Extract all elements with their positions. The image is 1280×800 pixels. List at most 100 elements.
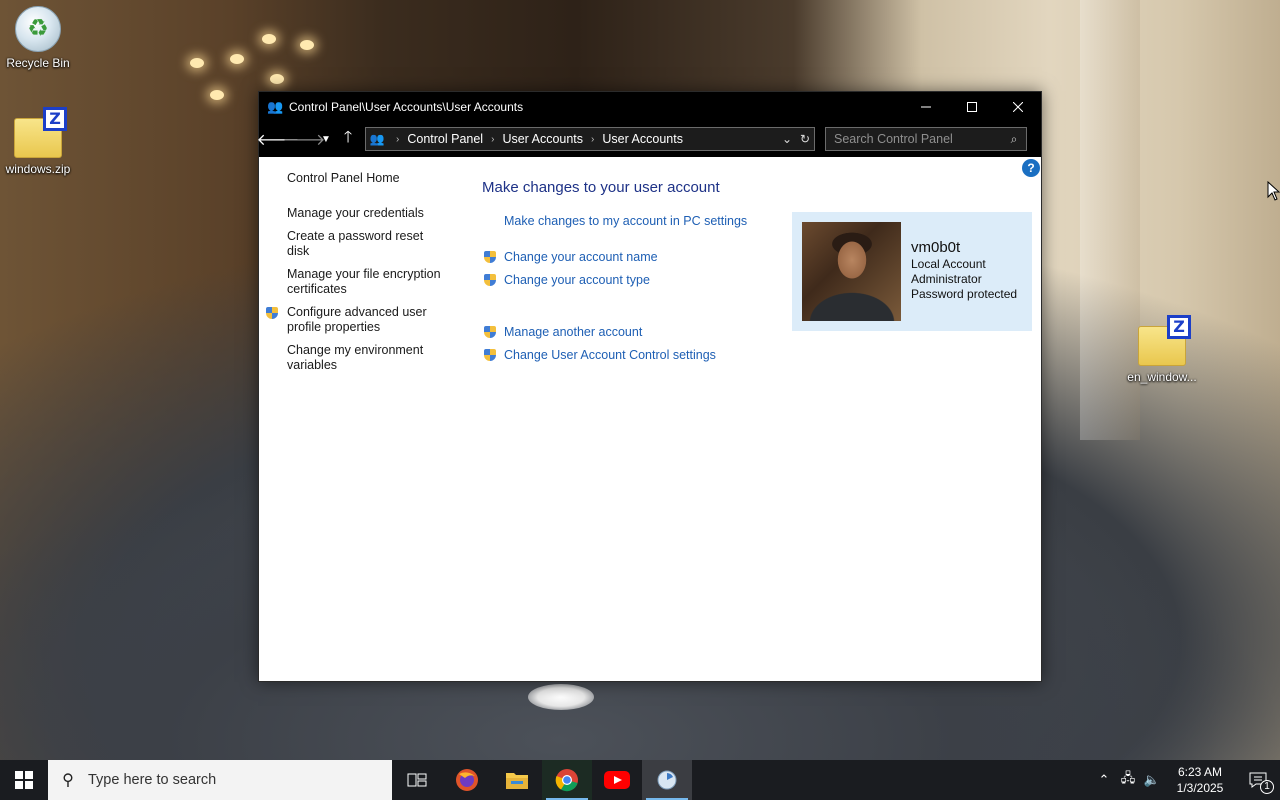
main-panel: Make changes to your user account Make c… — [482, 179, 802, 371]
sidebar-item-label: Configure advanced user profile properti… — [287, 305, 427, 334]
sidebar-item-label: Manage your file encryption certificates — [287, 267, 441, 296]
desktop-icon-label: en_window... — [1127, 370, 1197, 384]
sidebar-item-password-reset[interactable]: Create a password reset disk — [287, 229, 447, 259]
link-label: Change your account name — [504, 250, 658, 264]
file-explorer-icon — [506, 773, 528, 789]
chevron-right-icon[interactable]: › — [491, 134, 494, 145]
close-button[interactable] — [995, 92, 1041, 121]
wallpaper-light-spot — [528, 684, 594, 710]
chevron-right-icon[interactable]: › — [591, 134, 594, 145]
close-icon — [1013, 101, 1023, 112]
control-panel-window: 👥 Control Panel\User Accounts\User Accou… — [257, 91, 1042, 682]
control-panel-home-link[interactable]: Control Panel Home — [287, 171, 447, 185]
account-type: Local Account — [911, 257, 986, 271]
taskbar-firefox[interactable] — [442, 760, 492, 800]
search-input[interactable] — [826, 132, 1002, 146]
breadcrumb-control-panel[interactable]: Control Panel — [407, 132, 483, 146]
avatar[interactable] — [802, 222, 901, 321]
sidebar-item-label: Change my environment variables — [287, 343, 424, 372]
taskbar: ⚲ Type here to search ⌃ 🖧 🔈 6:23 AM 1/3/… — [0, 760, 1280, 800]
sidebar-item-encryption-certificates[interactable]: Manage your file encryption certificates — [287, 267, 447, 297]
action-center-button[interactable]: 1 — [1236, 760, 1280, 800]
notification-count: 1 — [1260, 780, 1274, 794]
desktop-icon-en-windows[interactable]: Z en_window... — [1124, 315, 1200, 384]
recycle-bin-icon — [15, 6, 61, 52]
uac-settings-link[interactable]: Change User Account Control settings — [482, 348, 802, 371]
desktop-icon-label: Recycle Bin — [6, 56, 70, 70]
chevron-right-icon: › — [396, 133, 400, 145]
page-title: Make changes to your user account — [482, 179, 720, 196]
forward-button[interactable]: 🡒 — [283, 126, 326, 152]
refresh-icon[interactable]: ↻ — [796, 132, 814, 146]
chrome-icon — [555, 769, 578, 792]
network-icon[interactable]: 🖧 — [1116, 769, 1140, 791]
mouse-cursor-icon — [1267, 181, 1280, 201]
help-button[interactable]: ? — [1022, 159, 1040, 177]
uac-shield-icon — [484, 274, 496, 286]
task-view-button[interactable] — [392, 760, 442, 800]
zip-archive-icon: Z — [1138, 315, 1191, 366]
clock-time: 6:23 AM — [1177, 765, 1223, 779]
change-account-name-link[interactable]: Change your account name — [482, 250, 802, 273]
task-view-icon — [407, 773, 427, 787]
uac-shield-icon — [266, 307, 278, 319]
firefox-icon — [456, 769, 478, 791]
clock-date: 1/3/2025 — [1176, 781, 1224, 795]
account-name: vm0b0t — [911, 239, 961, 256]
taskbar-chrome[interactable] — [542, 760, 592, 800]
taskbar-search-placeholder: Type here to search — [88, 772, 217, 788]
desktop-icon-windows-zip[interactable]: Z windows.zip — [0, 107, 76, 176]
link-label: Change User Account Control settings — [504, 348, 716, 362]
taskbar-search-box[interactable]: ⚲ Type here to search — [48, 760, 392, 800]
sidebar-item-profile-properties[interactable]: Configure advanced user profile properti… — [266, 305, 447, 335]
user-accounts-icon: 👥 — [267, 98, 284, 114]
link-label: Change your account type — [504, 273, 650, 287]
uac-shield-icon — [484, 251, 496, 263]
breadcrumb-user-accounts-current[interactable]: User Accounts — [602, 132, 683, 146]
navigation-bar: 🡐 🡒 ▼ 🡑 👥 › Control Panel › User Account… — [257, 121, 1041, 157]
desktop-icon-label: windows.zip — [5, 162, 71, 176]
taskbar-file-explorer[interactable] — [492, 760, 542, 800]
window-title: Control Panel\User Accounts\User Account… — [289, 99, 524, 114]
sidebar-item-credentials[interactable]: Manage your credentials — [287, 206, 447, 221]
change-account-type-link[interactable]: Change your account type — [482, 273, 802, 296]
clock[interactable]: 6:23 AM 1/3/2025 — [1164, 764, 1236, 796]
account-info: vm0b0t Local Account Administrator Passw… — [911, 240, 1017, 302]
minimize-button[interactable] — [903, 92, 949, 121]
windows-logo-icon — [15, 771, 33, 789]
account-status: Password protected — [911, 287, 1018, 301]
account-card: vm0b0t Local Account Administrator Passw… — [792, 212, 1032, 331]
address-bar[interactable]: 👥 › Control Panel › User Accounts › User… — [365, 127, 815, 151]
breadcrumb-user-accounts[interactable]: User Accounts — [502, 132, 583, 146]
uac-shield-icon — [484, 326, 496, 338]
uac-shield-icon — [484, 349, 496, 361]
user-accounts-icon: 👥 — [369, 132, 385, 146]
show-hidden-icons-button[interactable]: ⌃ — [1092, 772, 1116, 788]
address-dropdown-icon[interactable]: ⌄ — [778, 132, 796, 146]
desktop-icon-recycle-bin[interactable]: Recycle Bin — [0, 6, 76, 70]
search-box[interactable]: ⌕ — [825, 127, 1027, 151]
recent-locations-button[interactable]: ▼ — [317, 126, 335, 152]
title-bar[interactable]: 👥 Control Panel\User Accounts\User Accou… — [259, 92, 1041, 121]
pc-settings-link[interactable]: Make changes to my account in PC setting… — [482, 214, 802, 237]
youtube-icon — [604, 771, 630, 789]
manage-another-account-link[interactable]: Manage another account — [482, 325, 802, 348]
link-label: Manage another account — [504, 325, 643, 339]
up-button[interactable]: 🡑 — [335, 126, 361, 152]
search-icon[interactable]: ⌕ — [1002, 132, 1026, 147]
sidebar-item-label: Manage your credentials — [287, 206, 424, 220]
taskbar-youtube[interactable] — [592, 760, 642, 800]
left-sidebar: Control Panel Home Manage your credentia… — [266, 171, 447, 381]
search-icon: ⚲ — [62, 772, 74, 789]
maximize-button[interactable] — [949, 92, 995, 121]
start-button[interactable] — [0, 760, 48, 800]
system-tray: ⌃ 🖧 🔈 6:23 AM 1/3/2025 1 — [1092, 760, 1280, 800]
sidebar-item-environment-variables[interactable]: Change my environment variables — [287, 343, 447, 373]
minimize-icon — [921, 106, 931, 107]
content-area: ? Control Panel Home Manage your credent… — [259, 157, 1041, 681]
control-panel-icon — [657, 770, 677, 790]
account-role: Administrator — [911, 272, 982, 286]
volume-muted-icon[interactable]: 🔈 — [1140, 772, 1164, 788]
taskbar-control-panel[interactable] — [642, 760, 692, 800]
sidebar-item-label: Create a password reset disk — [287, 229, 424, 258]
